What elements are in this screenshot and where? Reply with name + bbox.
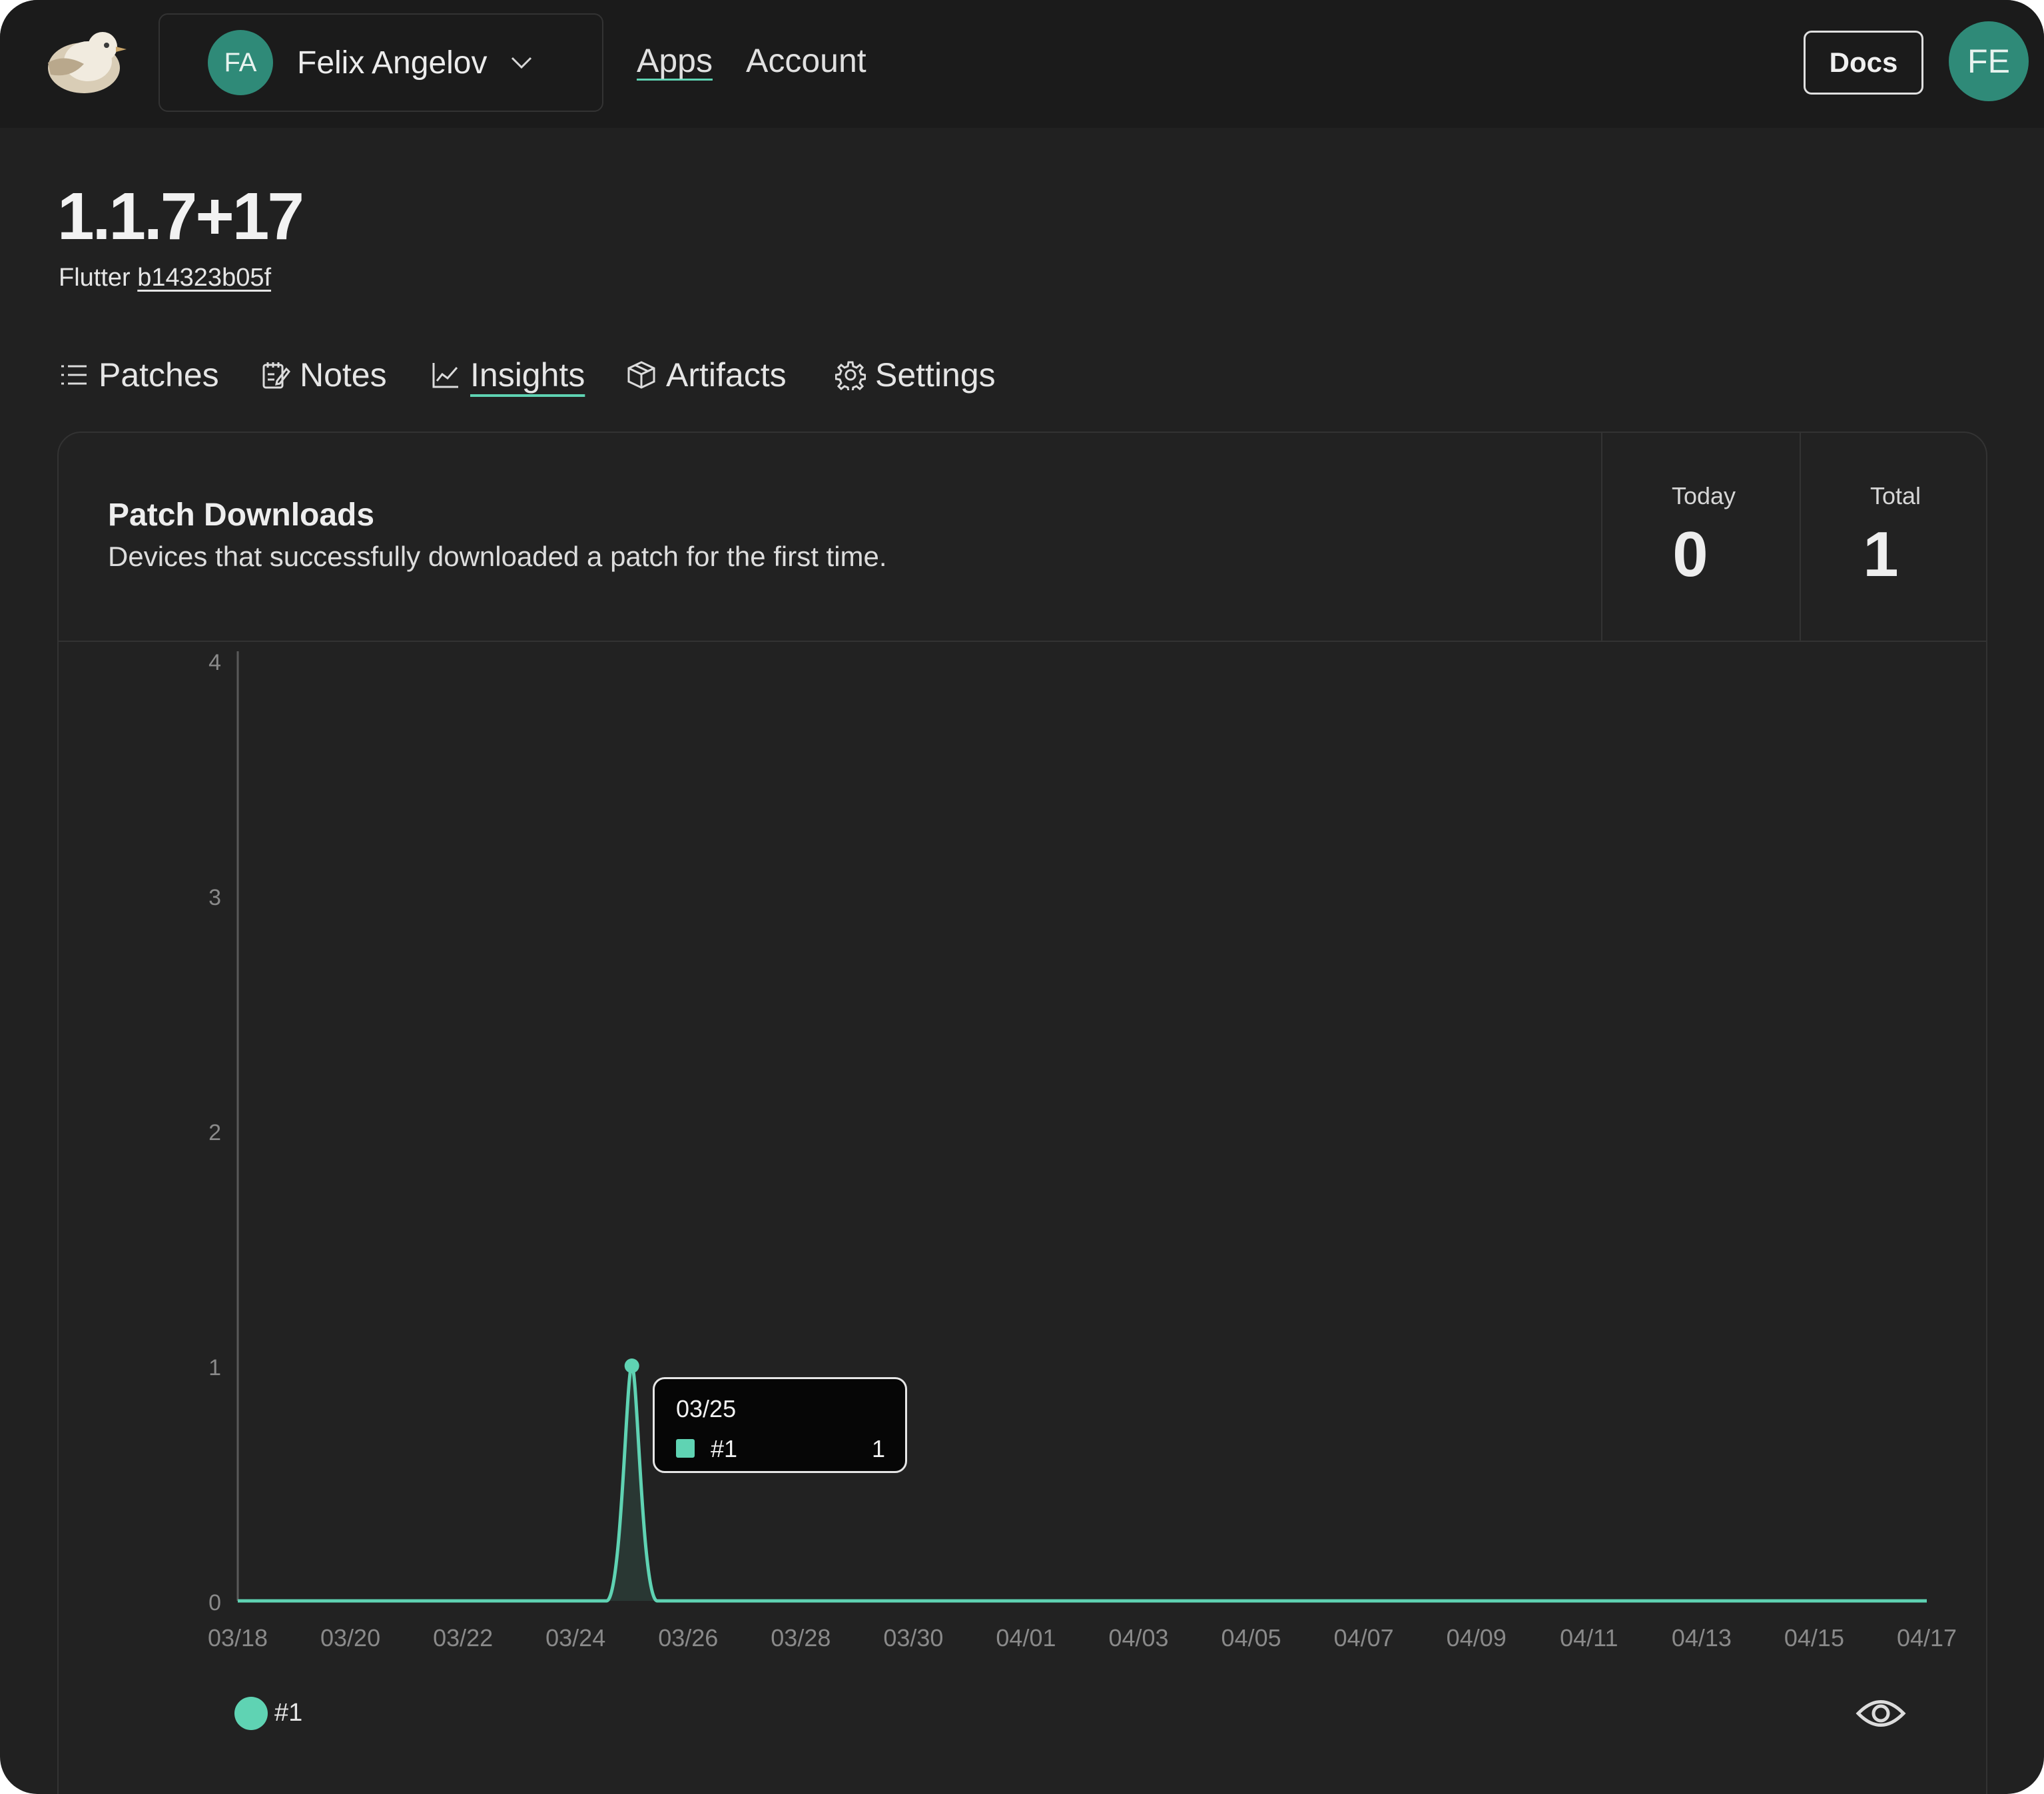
series-line <box>238 1364 1927 1603</box>
x-tick-label: 03/28 <box>771 1624 831 1651</box>
x-tick-label: 04/09 <box>1447 1624 1507 1651</box>
y-tick-label: 1 <box>208 1355 221 1380</box>
x-tick-label: 04/05 <box>1221 1624 1281 1651</box>
x-tick-label: 03/18 <box>208 1624 268 1651</box>
legend-series-dot[interactable] <box>234 1697 268 1730</box>
tooltip-series-name: #1 <box>711 1435 738 1462</box>
y-tick-label: 0 <box>208 1590 221 1616</box>
x-tick-label: 04/15 <box>1784 1624 1844 1651</box>
data-point <box>624 1358 639 1373</box>
x-tick-label: 03/20 <box>320 1624 380 1651</box>
y-tick-label: 4 <box>208 650 221 675</box>
x-tick-label: 03/22 <box>433 1624 493 1651</box>
tooltip-series-swatch <box>676 1439 695 1458</box>
x-tick-label: 03/24 <box>545 1624 605 1651</box>
x-tick-label: 04/03 <box>1108 1624 1168 1651</box>
chart-tooltip: 03/25 #1 1 <box>653 1377 907 1473</box>
eye-icon[interactable] <box>1856 1691 1906 1735</box>
tooltip-date: 03/25 <box>676 1395 737 1422</box>
y-tick-label: 2 <box>208 1120 221 1145</box>
x-tick-label: 04/17 <box>1897 1624 1957 1651</box>
series-area <box>238 1366 1927 1601</box>
app-window: FA Felix Angelov Apps Account Docs FE 1.… <box>0 0 2044 1794</box>
x-tick-label: 04/13 <box>1672 1624 1732 1651</box>
x-tick-label: 04/07 <box>1334 1624 1394 1651</box>
legend-series-label[interactable]: #1 <box>274 1699 302 1727</box>
y-tick-label: 3 <box>208 885 221 910</box>
x-tick-label: 03/26 <box>658 1624 718 1651</box>
x-tick-label: 04/01 <box>996 1624 1056 1651</box>
x-tick-label: 04/11 <box>1560 1624 1618 1651</box>
tooltip-value: 1 <box>871 1435 885 1462</box>
x-tick-label: 03/30 <box>883 1624 943 1651</box>
patch-downloads-chart: 0 1 2 3 4 03/18 03/20 03/22 03/24 03/26 03/28 03/30… <box>208 650 1957 1651</box>
